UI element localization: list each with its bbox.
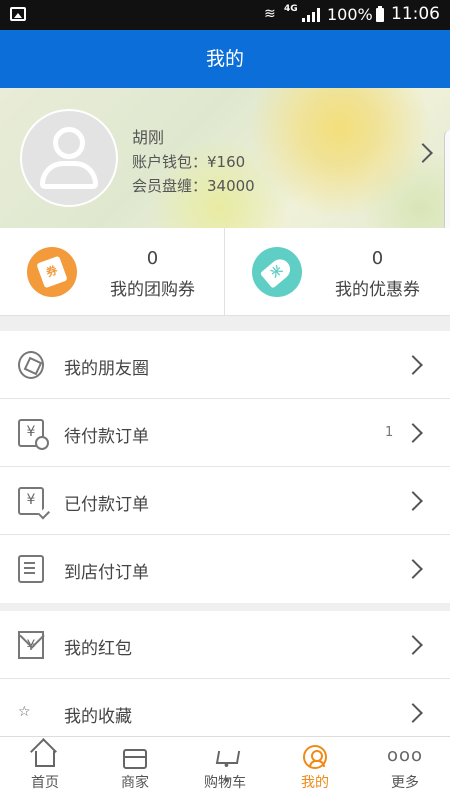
chevron-right-icon: [403, 491, 423, 511]
tab-label: 我的: [301, 775, 329, 791]
chevron-right-icon: [403, 635, 423, 655]
chevron-right-icon: [403, 423, 423, 443]
discount-coupon-count: 0: [371, 248, 384, 269]
battery-icon: [376, 6, 384, 22]
menu-item-paid-orders[interactable]: ¥ 已付款订单: [0, 467, 450, 535]
aperture-icon: [18, 351, 44, 379]
home-icon: [35, 751, 55, 767]
chevron-right-icon: [403, 703, 423, 723]
menu-item-moments[interactable]: 我的朋友圈: [0, 331, 450, 399]
tab-merchants[interactable]: 商家: [90, 737, 180, 800]
battery-percent: 100%: [327, 5, 373, 24]
group-coupon-button[interactable]: 券 0 我的团购券: [0, 228, 225, 316]
red-packet-icon: ¥: [18, 631, 44, 659]
tab-more[interactable]: ooo 更多: [360, 737, 450, 800]
discount-coupon-button[interactable]: 米 0 我的优惠券: [225, 228, 450, 316]
clock: 11:06: [391, 4, 440, 24]
menu-item-label: 待付款订单: [64, 427, 149, 447]
profile-card[interactable]: 胡刚 账户钱包：¥160 会员盘缠：34000: [0, 88, 450, 228]
chevron-right-icon: [403, 559, 423, 579]
menu-group-personal: ¥ 我的红包 ☆ 我的收藏: [0, 611, 450, 747]
avatar-head-shape: [53, 127, 85, 159]
tab-me[interactable]: 我的: [270, 737, 360, 800]
tab-label: 首页: [31, 775, 59, 791]
cart-icon: [213, 747, 237, 789]
tab-label: 购物车: [204, 775, 246, 791]
paid-order-icon: ¥: [18, 487, 44, 515]
discount-tag-glyph: 米: [259, 255, 295, 289]
avatar[interactable]: [20, 109, 118, 207]
user-name: 胡刚: [132, 128, 165, 147]
shop-icon: [123, 749, 147, 769]
menu-item-red-packet[interactable]: ¥ 我的红包: [0, 611, 450, 679]
bottom-nav: 首页 商家 购物车 我的 ooo 更多: [0, 736, 450, 800]
menu-item-in-store-orders[interactable]: 到店付订单: [0, 535, 450, 603]
chevron-right-icon[interactable]: [413, 143, 433, 163]
wifi-icon: ≋: [264, 6, 276, 22]
wallet-balance: 账户钱包：¥160: [132, 153, 246, 171]
pending-count-badge: 1: [385, 425, 394, 440]
member-points: 会员盘缠：34000: [132, 177, 255, 195]
coupon-summary: 券 0 我的团购券 米 0 我的优惠券: [0, 228, 450, 316]
menu-item-label: 已付款订单: [64, 495, 149, 515]
signal-icon: [302, 8, 322, 22]
avatar-body-shape: [40, 161, 98, 189]
profile-icon: [303, 745, 327, 769]
menu-item-label: 我的朋友圈: [64, 359, 149, 379]
page-title: 我的: [0, 30, 450, 88]
star-icon: ☆: [18, 704, 31, 720]
group-coupon-count: 0: [146, 248, 159, 269]
discount-coupon-label: 我的优惠券: [335, 280, 420, 300]
pending-payment-icon: ¥: [18, 419, 49, 450]
menu-item-label: 我的红包: [64, 639, 132, 659]
chevron-right-icon: [403, 355, 423, 375]
network-type: 4G: [284, 4, 298, 14]
tab-home[interactable]: 首页: [0, 737, 90, 800]
menu-group-orders: 我的朋友圈 ¥ 待付款订单 1 ¥ 已付款订单 到店付订单: [0, 331, 450, 603]
coupon-ticket-glyph: 券: [36, 255, 68, 289]
status-bar: ≋ 4G 100% 11:06: [0, 0, 450, 30]
tab-label: 更多: [391, 775, 419, 791]
menu-item-label: 我的收藏: [64, 707, 132, 727]
tab-cart[interactable]: 购物车: [180, 737, 270, 800]
tab-label: 商家: [121, 775, 149, 791]
gallery-notification-icon: [10, 7, 26, 21]
group-coupon-label: 我的团购券: [110, 280, 195, 300]
discount-tag-icon: 米: [252, 247, 302, 297]
group-coupon-icon: 券: [27, 247, 77, 297]
menu-item-label: 到店付订单: [64, 563, 149, 583]
list-doc-icon: [18, 555, 44, 583]
menu-item-pending-payment[interactable]: ¥ 待付款订单 1: [0, 399, 450, 467]
